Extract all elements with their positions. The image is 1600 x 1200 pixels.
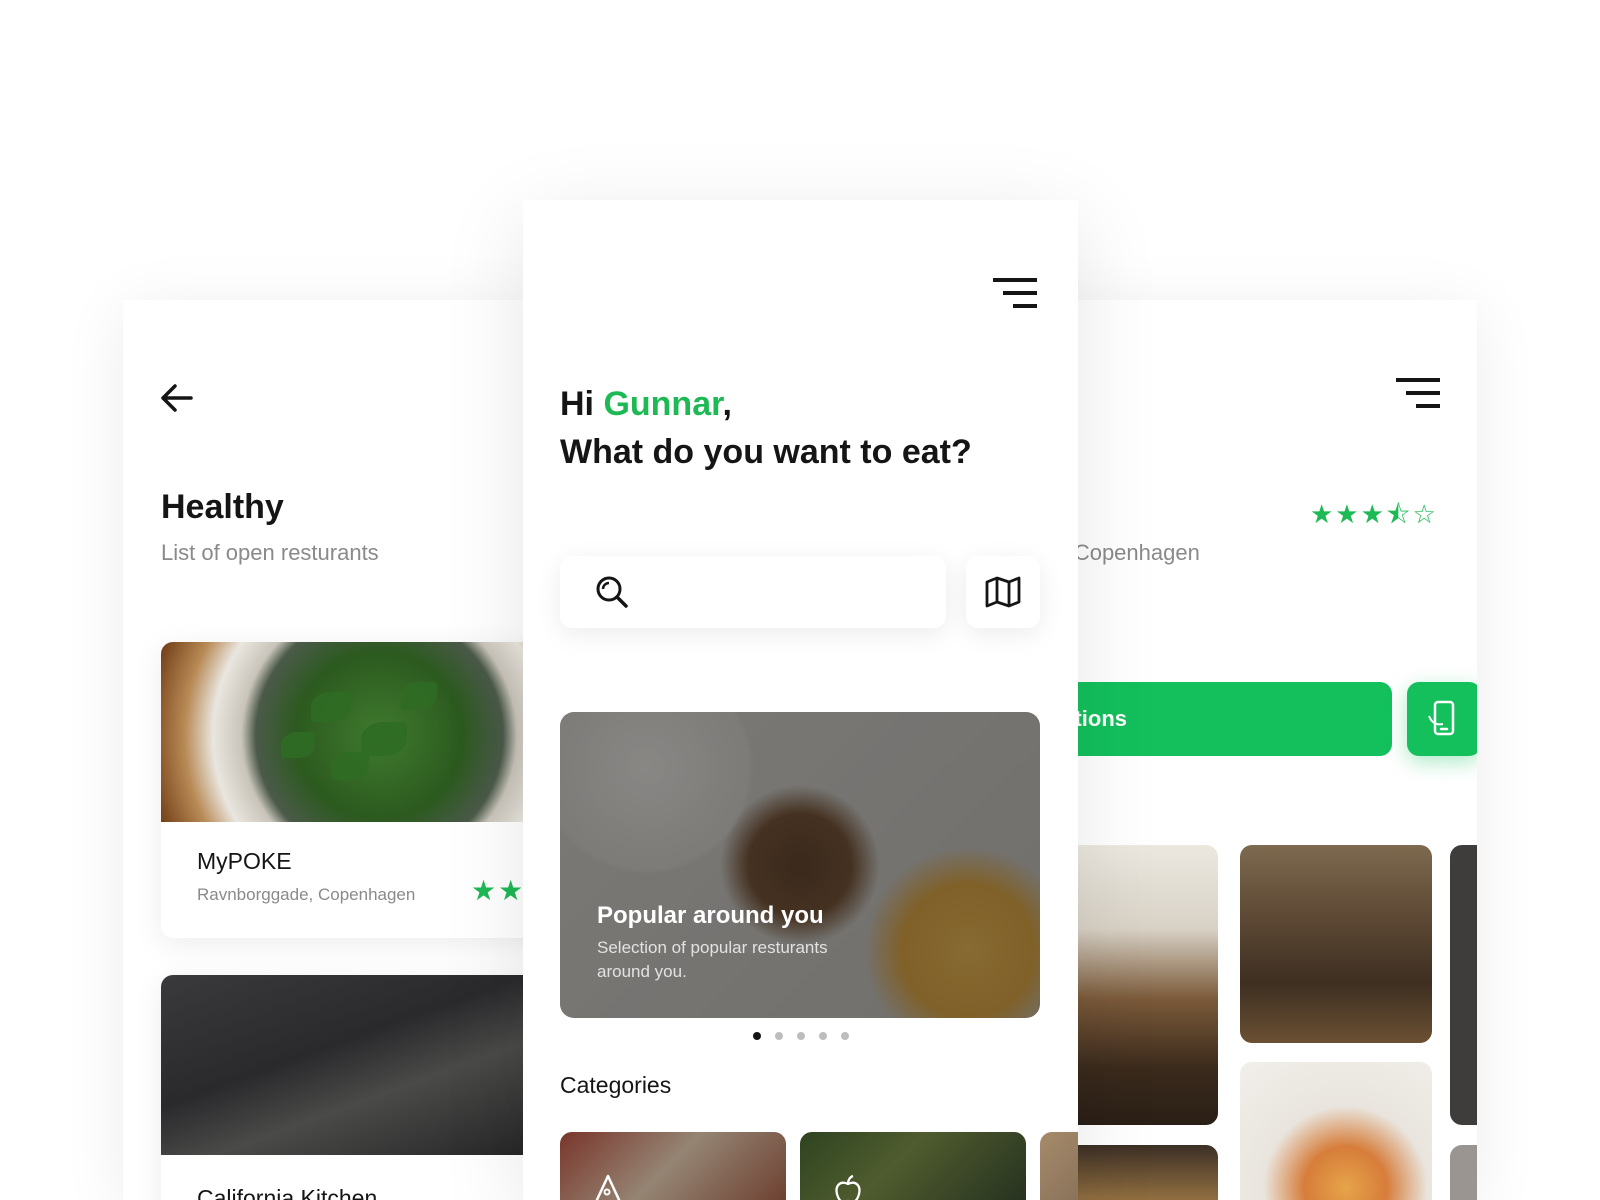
call-button[interactable] [1407,682,1477,756]
greeting-line: Hi Gunnar, [560,380,972,428]
restaurant-detail-screen: KE ★★★⯪☆ jade, Copenhagen ay ections [1040,300,1477,1200]
pizza-icon [595,1174,621,1200]
restaurant-list-screen: Healthy List of open resturants MyPOKE R… [123,300,533,1200]
page-subtitle: List of open resturants [161,540,379,565]
category-card[interactable] [1040,1132,1078,1200]
restaurant-photo[interactable] [1240,845,1432,1043]
category-healthy[interactable] [800,1132,1026,1200]
popular-card[interactable]: Popular around you Selection of popular … [560,712,1040,1018]
map-button[interactable] [966,556,1040,628]
back-arrow-icon[interactable] [157,378,197,418]
map-icon [985,576,1021,608]
carousel-dots [753,1032,849,1040]
rating-stars: ★★★⯪☆ [1310,499,1438,529]
greeting-suffix: , [722,385,732,423]
carousel-dot[interactable] [841,1032,849,1040]
restaurant-name: California Kitchen [197,1185,378,1200]
restaurant-name: MyPOKE [197,848,292,874]
categories-heading: Categories [560,1072,672,1098]
hero-subtitle: Selection of popular resturants around y… [597,938,828,981]
search-input[interactable] [560,556,946,628]
carousel-dot[interactable] [775,1032,783,1040]
restaurant-photo[interactable] [1450,1145,1477,1200]
rating-stars: ★★ [471,875,526,906]
greeting: Hi Gunnar, What do you want to eat? [560,380,972,476]
restaurant-photo[interactable] [1240,1062,1432,1200]
carousel-dot[interactable] [819,1032,827,1040]
restaurant-card[interactable]: California Kitchen [161,975,533,1200]
page-title: Healthy [161,488,284,526]
search-icon [596,576,628,608]
carousel-dot[interactable] [797,1032,805,1040]
home-screen: Hi Gunnar, What do you want to eat? Popu… [523,200,1078,1200]
menu-icon[interactable] [1396,376,1444,412]
menu-icon[interactable] [993,276,1041,312]
carousel-dot[interactable] [753,1032,761,1040]
restaurant-address: Ravnborggade, Copenhagen [197,885,416,904]
restaurant-photo[interactable] [1450,845,1477,1125]
restaurant-photo [161,975,533,1155]
greeting-question: What do you want to eat? [560,433,972,471]
hero-title: Popular around you [597,902,824,929]
restaurant-photo [161,642,533,822]
directions-button[interactable]: ections [1040,682,1392,756]
greeting-prefix: Hi [560,385,604,423]
apple-icon [835,1174,861,1200]
restaurant-card[interactable]: MyPOKE Ravnborggade, Copenhagen ★★ [161,642,533,938]
user-name: Gunnar [603,385,723,423]
phone-icon [1428,700,1455,736]
category-pizza[interactable] [560,1132,786,1200]
